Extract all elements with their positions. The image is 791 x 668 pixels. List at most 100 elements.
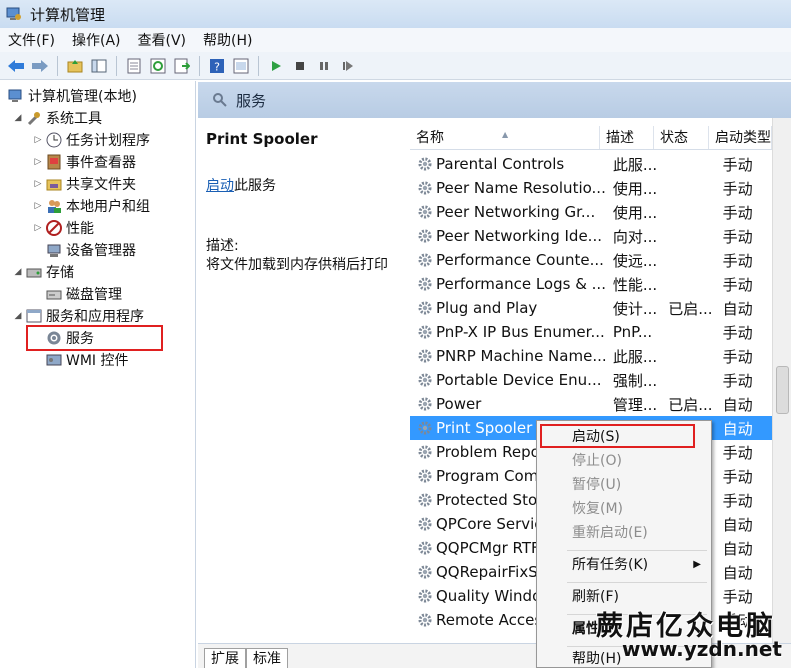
service-gear-icon xyxy=(417,492,433,508)
tree-item-label: 计算机管理(本地) xyxy=(28,89,137,105)
service-startup-cell: 手动 xyxy=(722,347,753,366)
column-description[interactable]: 描述 xyxy=(600,126,654,149)
menu-item-pause[interactable]: 暂停(U) xyxy=(537,473,711,497)
tree-item-event-viewer[interactable]: ▷ 事件查看器 xyxy=(32,151,136,173)
menu-item-resume[interactable]: 恢复(M) xyxy=(537,497,711,521)
service-startup-cell: 手动 xyxy=(722,275,753,294)
up-folder-icon[interactable] xyxy=(65,56,85,76)
service-startup-cell: 手动 xyxy=(722,155,753,174)
service-startup-cell: 手动 xyxy=(722,203,753,222)
vertical-scrollbar[interactable] xyxy=(772,118,791,643)
device-manager-icon xyxy=(47,244,61,257)
table-row[interactable]: Parental Controls 此服... 手动 xyxy=(410,152,772,176)
table-row[interactable]: Performance Counte... 使远... 手动 xyxy=(410,248,772,272)
restart-service-icon[interactable] xyxy=(338,56,358,76)
tree-item-local-users[interactable]: ▷ 本地用户和组 xyxy=(32,195,150,217)
menu-item-stop[interactable]: 停止(O) xyxy=(537,449,711,473)
expanded-arrow-icon[interactable]: ◢ xyxy=(12,267,24,277)
computer-manage-icon xyxy=(8,89,22,102)
table-row[interactable]: Plug and Play 使计... 已启... 自动 xyxy=(410,296,772,320)
collapsed-arrow-icon[interactable]: ▷ xyxy=(32,157,44,167)
menu-separator xyxy=(567,582,707,583)
toolbar-separator xyxy=(199,55,200,76)
tree-item-label: 磁盘管理 xyxy=(66,287,122,303)
collapsed-arrow-icon[interactable]: ▷ xyxy=(32,201,44,211)
wmi-icon xyxy=(46,354,62,366)
menu-help[interactable]: 帮助(H) xyxy=(203,30,252,50)
service-name-cell: Portable Device Enu... xyxy=(436,371,602,389)
table-row[interactable]: PNRP Machine Name... 此服... 手动 xyxy=(410,344,772,368)
tree-item-label: 事件查看器 xyxy=(66,155,136,171)
toolbar-separator xyxy=(258,55,259,76)
column-startup-type[interactable]: 启动类型 xyxy=(709,126,772,149)
menu-view[interactable]: 查看(V) xyxy=(138,30,187,50)
service-gear-icon xyxy=(417,612,433,628)
export-icon[interactable] xyxy=(172,56,192,76)
tree-item-task-scheduler[interactable]: ▷ 任务计划程序 xyxy=(32,129,150,151)
tree-item-disk-management[interactable]: 磁盘管理 xyxy=(44,283,122,305)
tree-item-system-tools[interactable]: ◢ 系统工具 xyxy=(12,107,102,129)
tree-item-label: 系统工具 xyxy=(46,111,102,127)
service-desc-cell: 向对... xyxy=(612,227,658,246)
collapsed-arrow-icon[interactable]: ▷ xyxy=(32,135,44,145)
table-row[interactable]: Peer Networking Gr... 使用... 手动 xyxy=(410,200,772,224)
start-service-icon[interactable] xyxy=(266,56,286,76)
tab-extended[interactable]: 扩展 xyxy=(204,648,246,668)
service-details-pane: Print Spooler 启动此服务 描述: 将文件加载到内存供稍后打印 xyxy=(198,118,408,643)
menu-item-restart[interactable]: 重新启动(E) xyxy=(537,521,711,545)
properties-icon[interactable] xyxy=(124,56,144,76)
menu-action[interactable]: 操作(A) xyxy=(72,30,121,50)
service-name-cell: Peer Networking Ide... xyxy=(436,227,602,245)
service-startup-cell: 手动 xyxy=(722,179,753,198)
service-gear-icon xyxy=(417,396,433,412)
pause-service-icon[interactable] xyxy=(314,56,334,76)
refresh-icon[interactable] xyxy=(148,56,168,76)
column-status[interactable]: 状态 xyxy=(654,126,709,149)
service-startup-cell: 自动 xyxy=(722,419,753,438)
expanded-arrow-icon[interactable]: ◢ xyxy=(12,113,24,123)
tab-standard[interactable]: 标准 xyxy=(246,648,288,668)
stop-service-icon[interactable] xyxy=(290,56,310,76)
table-row[interactable]: PnP-X IP Bus Enumer... PnP... 手动 xyxy=(410,320,772,344)
help-icon[interactable]: ? xyxy=(207,56,227,76)
tree-item-device-manager[interactable]: 设备管理器 xyxy=(44,239,136,261)
show-hide-tree-icon[interactable] xyxy=(89,56,109,76)
tree-item-shared-folders[interactable]: ▷ 共享文件夹 xyxy=(32,173,136,195)
table-row[interactable]: Performance Logs & ... 性能... 手动 xyxy=(410,272,772,296)
table-row[interactable]: Portable Device Enu... 强制... 手动 xyxy=(410,368,772,392)
table-row[interactable]: Peer Networking Ide... 向对... 手动 xyxy=(410,224,772,248)
table-row[interactable]: Peer Name Resolutio... 使用... 手动 xyxy=(410,176,772,200)
tree-item-label: 设备管理器 xyxy=(66,243,136,259)
console-icon[interactable] xyxy=(231,56,251,76)
list-header: 名称 描述 状态 启动类型 ▲ xyxy=(410,126,772,150)
tools-icon xyxy=(27,112,40,126)
toolbar-separator xyxy=(57,55,58,76)
menu-item-all-tasks[interactable]: 所有任务(K) ▶ xyxy=(537,553,711,577)
collapsed-arrow-icon[interactable]: ▷ xyxy=(32,179,44,189)
service-status-cell: 已启... xyxy=(668,299,713,318)
menu-file[interactable]: 文件(F) xyxy=(8,30,55,50)
forward-icon[interactable] xyxy=(30,56,50,76)
service-gear-icon xyxy=(417,252,433,268)
title-bar: 计算机管理 xyxy=(0,0,791,28)
tree-item-wmi[interactable]: WMI 控件 xyxy=(44,349,129,371)
expanded-arrow-icon[interactable]: ◢ xyxy=(12,311,24,321)
start-service-link[interactable]: 启动 xyxy=(206,178,234,194)
service-name-cell: Plug and Play xyxy=(436,299,538,317)
collapsed-arrow-icon[interactable]: ▷ xyxy=(32,223,44,233)
back-icon[interactable] xyxy=(6,56,26,76)
computer-manage-icon xyxy=(6,7,21,20)
watermark: 蕨店亿众电脑 www.yzdn.net xyxy=(596,604,791,668)
storage-icon xyxy=(26,268,42,278)
table-row[interactable]: Power 管理... 已启... 自动 xyxy=(410,392,772,416)
tree-item-storage[interactable]: ◢ 存储 xyxy=(12,261,74,283)
service-gear-icon xyxy=(417,228,433,244)
tree-item-computer-management[interactable]: 计算机管理(本地) xyxy=(6,85,137,107)
tree-item-services-apps[interactable]: ◢ 服务和应用程序 xyxy=(12,305,144,327)
service-gear-icon xyxy=(417,180,433,196)
toolbar: ? xyxy=(0,52,791,80)
service-desc-cell: 强制... xyxy=(612,371,658,390)
services-title: 服务 xyxy=(236,91,267,110)
tree-item-performance[interactable]: ▷ 性能 xyxy=(32,217,94,239)
scroll-thumb[interactable] xyxy=(776,366,789,414)
